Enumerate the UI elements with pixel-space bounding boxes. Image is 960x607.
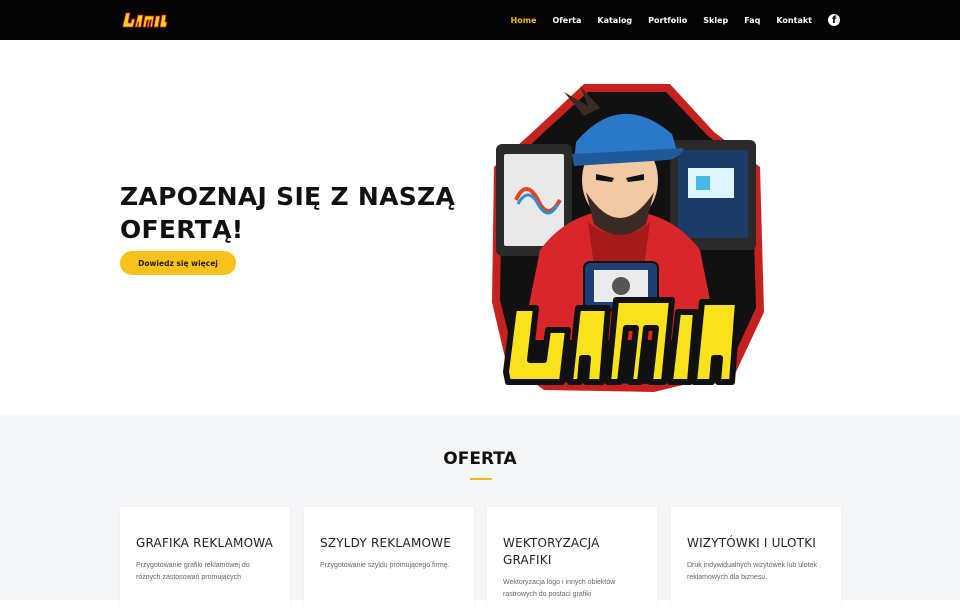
offer-card[interactable]: GRAFIKA REKLAMOWA Przygotowanie grafiki … — [120, 507, 290, 607]
nav-oferta[interactable]: Oferta — [553, 16, 582, 25]
offer-title-underline — [470, 478, 492, 480]
nav-kontakt[interactable]: Kontakt — [776, 16, 812, 25]
offer-cards: GRAFIKA REKLAMOWA Przygotowanie grafiki … — [120, 507, 841, 607]
offer-card-text: Przygotowanie grafiki reklamowej do różn… — [136, 562, 250, 581]
offer-card-title: WEKTORYZACJA GRAFIKI — [503, 536, 600, 567]
hero-title: ZAPOZNAJ SIĘ Z NASZĄ OFERTĄ! — [120, 182, 456, 244]
offer-card-text: Wektoryzacja logo i innych obiektów rast… — [503, 579, 616, 598]
offer-card[interactable]: SZYLDY REKLAMOWE Przygotowanie szyldu pr… — [304, 507, 474, 607]
offer-card[interactable]: WEKTORYZACJA GRAFIKI Wektoryzacja logo i… — [487, 507, 657, 607]
offer-title: OFERTA — [443, 449, 517, 469]
facebook-icon[interactable]: f — [828, 14, 840, 26]
main-nav: Home Oferta Katalog Portfolio Sklep Faq … — [495, 0, 840, 40]
learn-more-button[interactable]: Dowiedz się więcej — [120, 251, 236, 275]
nav-portfolio[interactable]: Portfolio — [648, 16, 687, 25]
top-navbar: Home Oferta Katalog Portfolio Sklep Faq … — [0, 0, 960, 40]
offer-card-text: Druk indywidualnych wizytówek lub ulotek… — [687, 562, 817, 581]
jamaja-logo[interactable] — [120, 7, 172, 33]
offer-card-title: SZYLDY REKLAMOWE — [320, 536, 451, 550]
offer-card[interactable]: WIZYTÓWKI I ULOTKI Druk indywidualnych w… — [671, 507, 841, 607]
offer-card-text: Przygotowanie szyldu promującego firmę. — [320, 562, 450, 569]
nav-sklep[interactable]: Sklep — [703, 16, 728, 25]
jamaja-mascot-illustration — [492, 84, 764, 392]
nav-home[interactable]: Home — [511, 16, 537, 25]
offer-card-title: GRAFIKA REKLAMOWA — [136, 536, 274, 550]
offer-card-title: WIZYTÓWKI I ULOTKI — [687, 536, 816, 550]
nav-katalog[interactable]: Katalog — [597, 16, 632, 25]
nav-faq[interactable]: Faq — [744, 16, 760, 25]
